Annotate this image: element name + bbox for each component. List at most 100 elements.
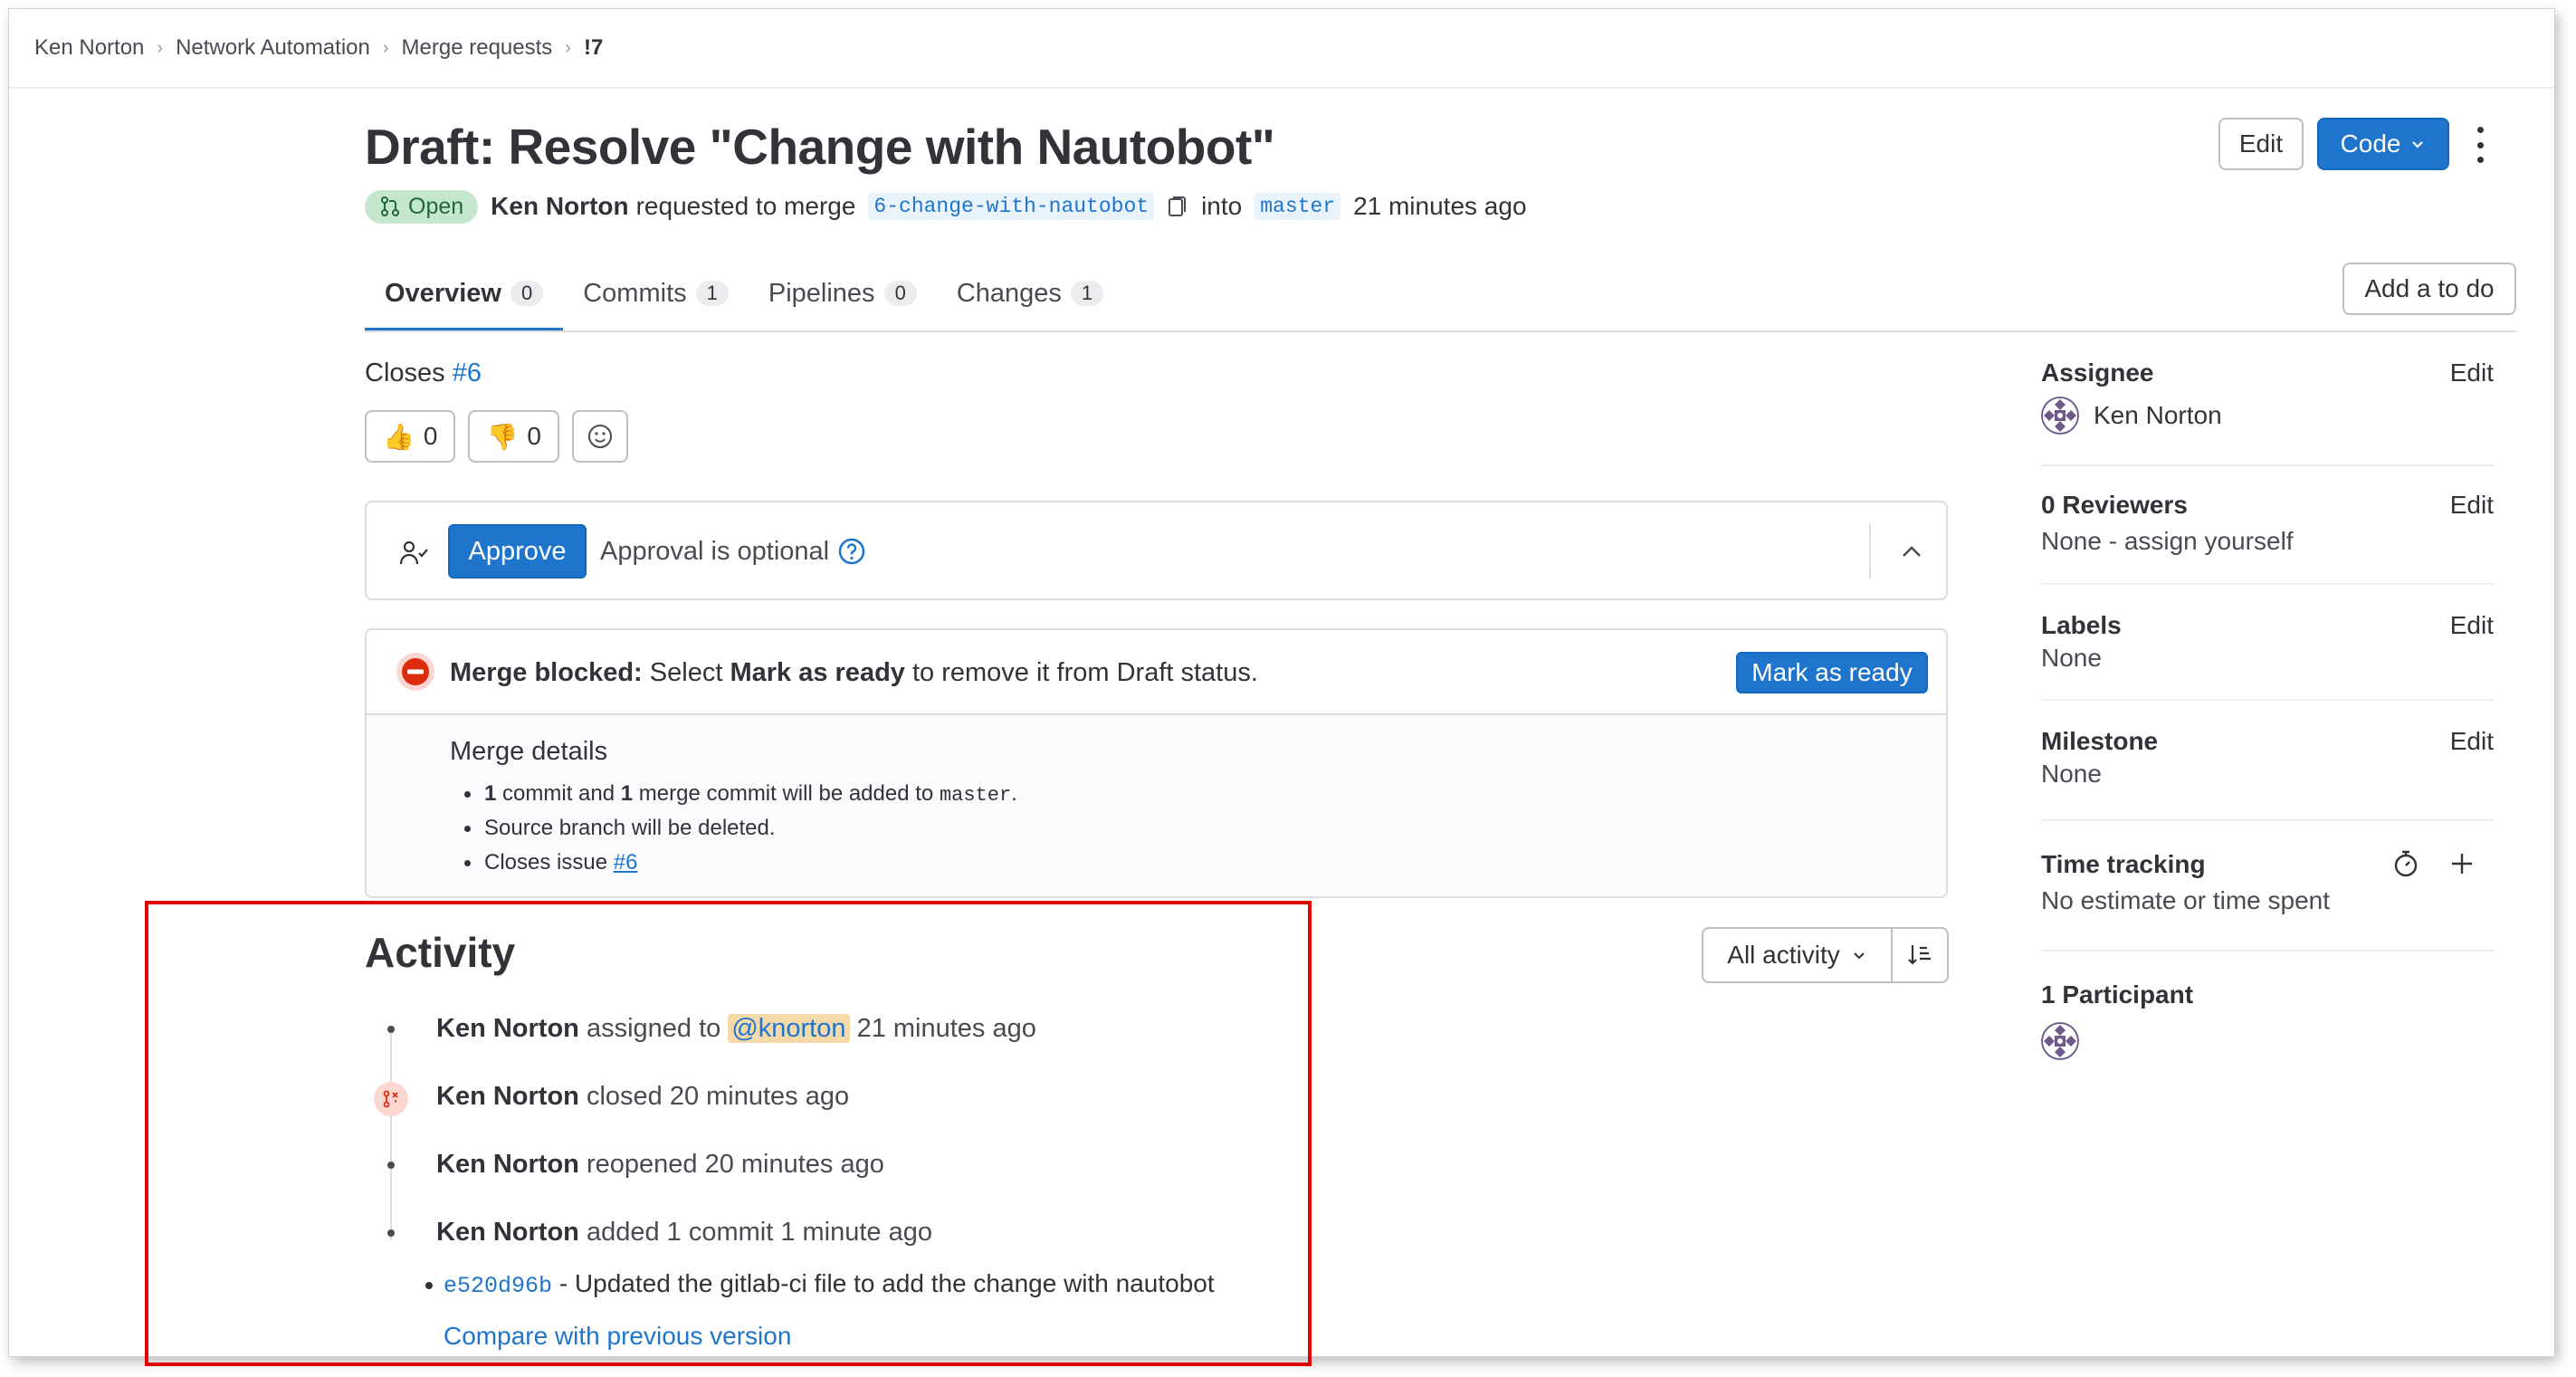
plus-icon[interactable] [2448, 850, 2476, 877]
tab-label: Commits [583, 278, 687, 308]
merge-details-title: Merge details [450, 737, 608, 766]
tab-label: Overview [385, 278, 501, 308]
source-branch[interactable]: 6-change-with-nautobot [868, 193, 1155, 220]
status-badge-label: Open [408, 193, 464, 219]
requested-text: requested to merge [635, 192, 856, 220]
thumbs-down-button[interactable]: 👎 0 [468, 410, 559, 463]
sort-order-button[interactable] [1893, 929, 1947, 981]
sidebar-section-label: 0 Reviewers [2041, 491, 2188, 519]
highlight-annotation-box [145, 901, 1312, 1366]
reviewers-value[interactable]: None - assign yourself [2041, 527, 2494, 556]
edit-button[interactable]: Edit [2218, 118, 2304, 170]
approval-optional-text: Approval is optional [600, 537, 830, 566]
period: . [1011, 781, 1017, 806]
divider [9, 87, 2554, 89]
into-text: into [1201, 192, 1243, 220]
thumbs-down-icon: 👎 [486, 422, 519, 451]
thumbs-up-button[interactable]: 👍 0 [365, 410, 456, 463]
add-todo-button[interactable]: Add a to do [2342, 263, 2516, 315]
chevron-up-icon[interactable] [1896, 537, 1927, 568]
sidebar-section-label: Labels [2041, 611, 2122, 639]
breadcrumb-item[interactable]: Ken Norton [34, 35, 144, 61]
sidebar-milestone: Milestone Edit None [2041, 727, 2494, 789]
edit-labels-button[interactable]: Edit [2450, 611, 2494, 640]
tab-commits[interactable]: Commits 1 [563, 255, 749, 331]
commit-text: commit and [502, 781, 615, 806]
divider [2041, 699, 2494, 701]
page-title: Draft: Resolve "Change with Nautobot" [365, 119, 1275, 175]
help-icon[interactable] [837, 537, 866, 566]
stopwatch-icon[interactable] [2390, 848, 2421, 879]
mark-as-ready-button[interactable]: Mark as ready [1736, 652, 1928, 693]
tabs-divider [365, 330, 2516, 332]
merge-blocked-post: to remove it from Draft status. [911, 658, 1258, 687]
breadcrumb-item[interactable]: Network Automation [176, 35, 370, 61]
commit-count: 1 [484, 781, 497, 806]
more-actions-icon[interactable] [2471, 127, 2489, 163]
sidebar-section-label: Assignee [2041, 359, 2154, 387]
code-dropdown-button[interactable]: Code [2317, 118, 2449, 170]
add-reaction-button[interactable] [571, 410, 628, 463]
approval-widget: Approve Approval is optional [365, 501, 1948, 600]
tab-pipelines[interactable]: Pipelines 0 [749, 255, 937, 331]
sidebar-participants: 1 Participant [2041, 980, 2494, 1060]
breadcrumb-item[interactable]: Merge requests [402, 35, 553, 61]
author-name[interactable]: Ken Norton [491, 192, 628, 221]
chevron-down-icon [2412, 141, 2424, 148]
merge-blocked-label: Merge blocked: [450, 658, 643, 687]
merge-status-header: Merge blocked: Select Mark as ready to r… [367, 630, 1946, 715]
tab-count: 0 [510, 281, 544, 306]
sidebar-section-label: Milestone [2041, 727, 2159, 755]
merge-blocked-message: Merge blocked: Select Mark as ready to r… [450, 658, 1258, 688]
tab-count: 1 [1070, 281, 1104, 306]
chevron-right-icon: › [565, 37, 571, 58]
tab-changes[interactable]: Changes 1 [937, 255, 1123, 331]
breadcrumb: Ken Norton › Network Automation › Merge … [34, 34, 603, 62]
tab-overview[interactable]: Overview 0 [365, 255, 564, 331]
list-item: 1 commit and 1 merge commit will be adde… [464, 777, 1017, 811]
created-time: 21 minutes ago [1353, 192, 1527, 220]
status-badge: Open [365, 189, 479, 224]
edit-assignee-button[interactable]: Edit [2450, 359, 2494, 387]
edit-reviewers-button[interactable]: Edit [2450, 491, 2494, 520]
divider [2041, 583, 2494, 585]
time-tracking-value: No estimate or time spent [2041, 886, 2331, 914]
sidebar-assignee: Assignee Edit Ken Norton [2041, 359, 2494, 435]
sidebar-section-label: 1 Participant [2041, 980, 2194, 1009]
labels-value: None [2041, 644, 2102, 672]
merge-blocked-bold: Mark as ready [730, 658, 905, 687]
sidebar-labels: Labels Edit None [2041, 611, 2494, 673]
target-branch[interactable]: master [1255, 193, 1341, 220]
sidebar-section-label: Time tracking [2041, 850, 2206, 878]
thumbs-up-icon: 👍 [383, 422, 415, 451]
divider [1869, 524, 1871, 579]
chevron-down-icon [1854, 952, 1865, 960]
milestone-value: None [2041, 760, 2102, 788]
edit-milestone-button[interactable]: Edit [2450, 727, 2494, 756]
divider [2041, 950, 2494, 951]
issue-link[interactable]: #6 [614, 850, 638, 875]
breadcrumb-item[interactable]: !7 [584, 35, 603, 61]
chevron-right-icon: › [382, 37, 389, 58]
merge-request-tabs: Overview 0 Commits 1 Pipelines 0 Changes… [365, 255, 1123, 331]
activity-filter-dropdown[interactable]: All activity [1703, 929, 1893, 981]
list-item: Source branch will be deleted. [464, 811, 1017, 846]
sidebar-reviewers: 0 Reviewers Edit None - assign yourself [2041, 491, 2494, 556]
thumbs-up-count: 0 [423, 422, 438, 450]
thumbs-down-count: 0 [527, 422, 541, 450]
participant-avatar[interactable] [2041, 1022, 2079, 1060]
copy-icon[interactable] [1167, 194, 1188, 219]
smiley-icon [587, 425, 612, 448]
merge-request-icon [381, 196, 399, 216]
tab-count: 1 [695, 281, 729, 306]
target-branch-name: master [939, 784, 1012, 807]
approval-user-icon [399, 540, 428, 565]
list-item: Closes issue #6 [464, 846, 1017, 880]
assignee-value[interactable]: Ken Norton [2041, 397, 2494, 435]
code-button-label: Code [2340, 129, 2401, 158]
merge-blocked-pre: Select [649, 658, 723, 687]
merge-commit-count: 1 [620, 781, 634, 806]
approve-button[interactable]: Approve [448, 524, 587, 579]
issue-link[interactable]: #6 [453, 359, 482, 387]
merge-details-list: 1 commit and 1 merge commit will be adde… [464, 777, 1017, 880]
